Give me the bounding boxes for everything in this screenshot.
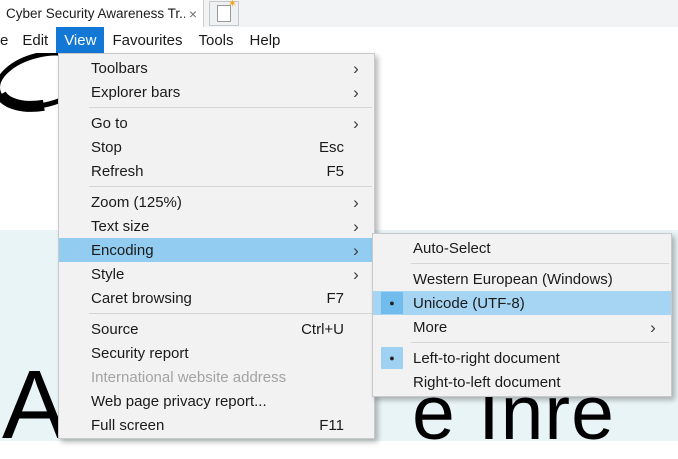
active-tab[interactable]: Cyber Security Awareness Tr... × [0,0,204,27]
menu-icon-slot [381,371,403,393]
menu-separator [59,104,374,111]
menu-item-toolbars[interactable]: Toolbars› [59,56,374,80]
menu-separator [373,339,671,346]
menu-item-label: Full screen [91,417,319,434]
menu-item-label: Western European (Windows) [413,271,641,288]
menu-item-label: Right-to-left document [413,374,641,391]
shortcut-label: Esc [319,139,344,156]
menu-bar: eEditViewFavouritesToolsHelp [0,27,678,53]
menu-item-label: International website address [91,369,344,386]
tab-bar: Cyber Security Awareness Tr... × ✶ [0,0,678,28]
tab-close-icon[interactable]: × [189,7,197,21]
menubar-item-help[interactable]: Help [242,27,289,53]
menu-item-label: Stop [91,139,319,156]
menu-item-left-to-right-document[interactable]: ● Left-to-right document [373,346,671,370]
menu-item-label: Encoding [91,242,344,259]
menu-item-label: Auto-Select [413,240,641,257]
encoding-submenu: Auto-Select Western European (Windows) ● Un… [372,233,672,397]
shortcut-label: Ctrl+U [301,321,344,338]
menu-item-label: Go to [91,115,344,132]
menubar-item-favourites[interactable]: Favourites [104,27,190,53]
menu-item-label: Zoom (125%) [91,194,344,211]
menu-item-label: Text size [91,218,344,235]
menu-item-more[interactable]: More› [373,315,671,339]
menu-item-web-page-privacy-report[interactable]: Web page privacy report... [59,389,374,413]
submenu-arrow-icon: › [344,218,368,235]
menu-separator [59,183,374,190]
menu-item-encoding[interactable]: Encoding› [59,238,374,262]
menu-item-label: Style [91,266,344,283]
submenu-arrow-icon: › [344,60,368,77]
menu-item-label: Refresh [91,163,326,180]
menu-icon-slot [381,268,403,290]
menu-item-unicode-utf-8[interactable]: ● Unicode (UTF-8) [373,291,671,315]
menubar-item-view[interactable]: View [56,27,104,53]
menu-item-explorer-bars[interactable]: Explorer bars› [59,80,374,104]
menu-item-source[interactable]: SourceCtrl+U [59,317,374,341]
menu-item-caret-browsing[interactable]: Caret browsingF7 [59,286,374,310]
menu-item-label: Source [91,321,301,338]
menu-item-style[interactable]: Style› [59,262,374,286]
menubar-item-file-partial[interactable]: e [0,27,14,53]
menu-item-label: Toolbars [91,60,344,77]
menu-item-label: Caret browsing [91,290,326,307]
menu-item-label: Security report [91,345,344,362]
menu-item-full-screen[interactable]: Full screenF11 [59,413,374,437]
tab-title: Cyber Security Awareness Tr... [6,6,185,21]
menu-separator [59,310,374,317]
shortcut-label: F5 [326,163,344,180]
submenu-arrow-icon: › [641,319,665,336]
new-tab-star-icon: ✶ [228,0,237,10]
menu-item-zoom-125[interactable]: Zoom (125%)› [59,190,374,214]
submenu-arrow-icon: › [344,84,368,101]
radio-bullet-icon: ● [381,347,403,369]
menu-item-refresh[interactable]: RefreshF5 [59,159,374,183]
shortcut-label: F11 [319,417,344,434]
menu-separator [373,260,671,267]
menu-item-stop[interactable]: StopEsc [59,135,374,159]
submenu-arrow-icon: › [344,194,368,211]
submenu-arrow-icon: › [344,115,368,132]
menu-item-security-report[interactable]: Security report [59,341,374,365]
menu-item-label: More [413,319,641,336]
menu-item-label: Unicode (UTF-8) [413,295,641,312]
page-heading-fragment-left: A [2,356,67,453]
shortcut-label: F7 [326,290,344,307]
menu-item-label: Explorer bars [91,84,344,101]
menu-item-international-website-address: International website address [59,365,374,389]
submenu-arrow-icon: › [344,242,368,259]
menu-item-auto-select[interactable]: Auto-Select [373,236,671,260]
page-background-letter-glyph [0,52,60,112]
submenu-arrow-icon: › [344,266,368,283]
menubar-item-edit[interactable]: Edit [14,27,56,53]
menu-icon-slot [381,237,403,259]
new-tab-page-icon: ✶ [217,5,231,22]
menu-item-label: Left-to-right document [413,350,641,367]
menu-item-right-to-left-document[interactable]: Right-to-left document [373,370,671,394]
menu-item-text-size[interactable]: Text size› [59,214,374,238]
menu-item-go-to[interactable]: Go to› [59,111,374,135]
radio-bullet-icon: ● [381,292,403,314]
view-menu: Toolbars›Explorer bars›Go to›StopEscRefr… [58,53,375,439]
menu-item-label: Web page privacy report... [91,393,344,410]
menubar-item-tools[interactable]: Tools [190,27,241,53]
menu-item-western-european-windows[interactable]: Western European (Windows) [373,267,671,291]
new-tab-button[interactable]: ✶ [209,1,239,26]
menu-icon-slot [381,316,403,338]
